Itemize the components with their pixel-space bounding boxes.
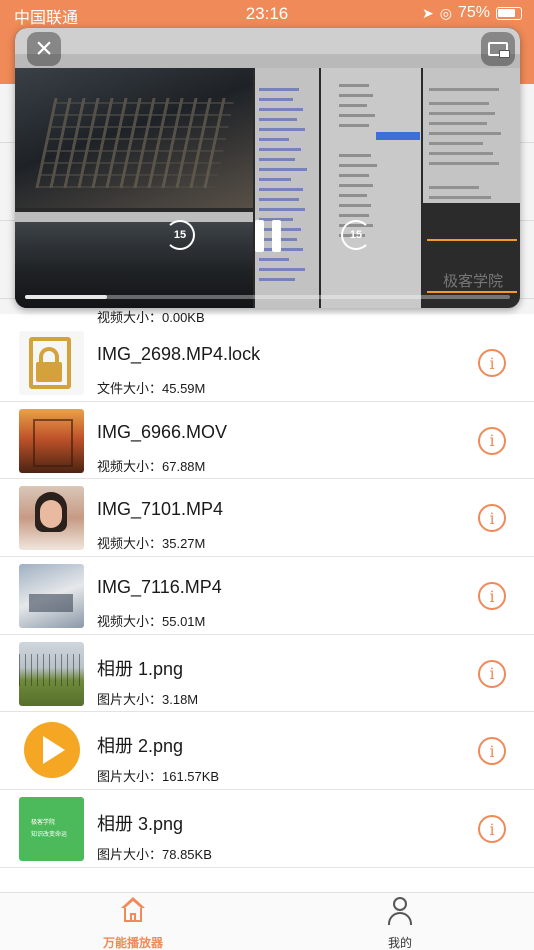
file-list: IMG_2698.MP4.lock 文件大小：45.59M i IMG_6966… (0, 324, 534, 868)
rotation-lock-icon: ◎ (439, 4, 452, 21)
video-thumbnail (19, 486, 84, 551)
info-icon[interactable]: i (478, 582, 506, 611)
info-icon[interactable]: i (478, 426, 506, 455)
video-frame (15, 28, 520, 308)
video-hierarchy-panel (255, 68, 319, 308)
list-item[interactable]: IMG_7101.MP4 视频大小：35.27M i (0, 479, 534, 558)
tab-player[interactable]: 万能播放器 (73, 897, 193, 950)
pause-icon (255, 220, 264, 252)
file-name: 相册 1.png (97, 658, 184, 679)
image-thumbnail (19, 641, 84, 706)
file-size: 图片大小：78.85KB (97, 847, 212, 863)
video-project-panel (321, 68, 421, 308)
video-scene-view (15, 68, 253, 208)
bottom-tab-bar: 万能播放器 我的 (0, 892, 534, 950)
close-player-button[interactable]: × (27, 32, 61, 66)
skip-forward-button[interactable]: 15 (341, 220, 371, 250)
status-right: ➤ ◎ 75% (422, 4, 522, 22)
list-item-partial[interactable]: 视频大小：0.00KB (0, 300, 534, 325)
video-game-view (15, 212, 253, 308)
info-icon[interactable]: i (478, 737, 506, 766)
file-size: 视频大小：67.88M (97, 458, 206, 474)
video-thumbnail (19, 408, 84, 473)
playback-progress-fill (25, 295, 108, 299)
list-item[interactable]: 极客学院 知识改变命运 相册 3.png 图片大小：78.85KB i (0, 790, 534, 868)
info-icon[interactable]: i (478, 504, 506, 533)
battery-icon (496, 6, 522, 20)
info-icon[interactable]: i (478, 659, 506, 688)
skip-back-seconds: 15 (173, 229, 187, 241)
file-size: 图片大小：3.18M (97, 691, 199, 707)
image-thumbnail: 极客学院 知识改变命运 (19, 797, 84, 862)
file-name: IMG_6966.MOV (97, 421, 228, 442)
file-size: 文件大小：45.59M (97, 381, 206, 396)
file-size: 视频大小：55.01M (97, 614, 206, 630)
file-name: 相册 2.png (97, 736, 184, 757)
list-item[interactable]: IMG_6966.MOV 视频大小：67.88M i (0, 402, 534, 480)
pip-icon (488, 42, 510, 58)
info-icon[interactable]: i (478, 815, 506, 844)
file-name: IMG_2698.MP4.lock (97, 344, 261, 364)
info-icon[interactable]: i (478, 349, 506, 377)
skip-forward-seconds: 15 (349, 229, 363, 241)
user-icon (386, 897, 414, 925)
picture-in-picture-button[interactable] (481, 32, 515, 66)
tab-label: 万能播放器 (102, 936, 163, 950)
home-icon (119, 897, 147, 925)
thumbnail-text: 知识改变命运 (31, 832, 68, 839)
video-waveform (423, 203, 520, 308)
video-watermark: 极客学院 (443, 273, 504, 290)
file-size: 图片大小：161.57KB (97, 769, 220, 785)
list-item[interactable]: 相册 1.png 图片大小：3.18M i (0, 635, 534, 713)
skip-back-button[interactable]: 15 (165, 220, 195, 250)
file-name: 相册 3.png (97, 814, 184, 835)
video-player[interactable]: × 15 15 极客学院 (15, 28, 520, 308)
tab-label: 我的 (387, 936, 412, 950)
close-icon: × (35, 32, 53, 65)
file-name: IMG_7116.MP4 (97, 577, 222, 598)
battery-percent: 75% (457, 4, 490, 21)
file-size: 视频大小：35.27M (97, 536, 206, 552)
file-name: IMG_7101.MP4 (97, 499, 224, 520)
thumbnail-text: 极客学院 (31, 820, 56, 827)
status-bar: 中国联通 23:16 ➤ ◎ 75% (0, 0, 534, 28)
list-item[interactable]: IMG_2698.MP4.lock 文件大小：45.59M i (0, 324, 534, 402)
lock-file-thumbnail (19, 331, 84, 395)
video-thumbnail (19, 564, 84, 629)
tab-me[interactable]: 我的 (340, 897, 460, 950)
pause-button[interactable] (255, 220, 281, 252)
playback-progress-bar[interactable] (25, 295, 510, 299)
list-item[interactable]: 相册 2.png 图片大小：161.57KB i (0, 712, 534, 791)
list-item[interactable]: IMG_7116.MP4 视频大小：55.01M i (0, 557, 534, 635)
location-icon: ➤ (422, 4, 434, 21)
play-logo-thumbnail (19, 719, 84, 784)
